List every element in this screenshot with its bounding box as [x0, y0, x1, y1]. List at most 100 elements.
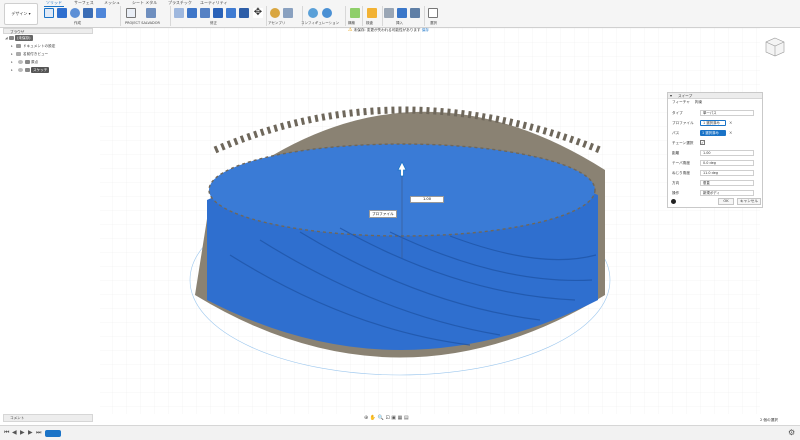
group-salvador[interactable]: PROJECT SALVADOR — [125, 21, 160, 25]
path-select-button[interactable]: 1 選択済み — [700, 130, 726, 136]
display-settings-icon[interactable]: ▣ — [391, 415, 396, 421]
go-to-end-icon[interactable]: ⏭ — [36, 429, 41, 437]
insert-image-icon[interactable] — [397, 8, 407, 18]
eye-icon[interactable] — [18, 60, 23, 64]
orientation-select[interactable]: 垂直 — [700, 180, 754, 186]
tab-constraints[interactable]: 拘束 — [695, 100, 702, 104]
scale-icon[interactable] — [239, 8, 249, 18]
timeline-feature[interactable] — [45, 430, 61, 437]
tab-utilities[interactable]: ユーティリティ — [200, 0, 228, 6]
browser-sketch-item[interactable]: ▸ スケッチ — [3, 66, 93, 74]
plane-icon[interactable] — [350, 8, 360, 18]
step-forward-icon[interactable]: ▶ — [28, 429, 33, 436]
eye-icon[interactable] — [18, 68, 23, 72]
salvador-tool-icon[interactable] — [146, 8, 156, 18]
new-sketch-icon[interactable] — [44, 8, 54, 18]
expand-arrow-icon[interactable]: ◢ — [5, 34, 8, 42]
joint-icon[interactable] — [270, 8, 280, 18]
step-back-icon[interactable]: ◀ — [12, 429, 17, 436]
clear-selection-icon[interactable]: × — [729, 129, 732, 137]
divider — [362, 6, 363, 26]
tab-mesh[interactable]: メッシュ — [104, 0, 120, 6]
insert-mesh-icon[interactable] — [410, 8, 420, 18]
row-path: パス 1 選択済み × — [672, 129, 760, 137]
fillet-icon[interactable] — [187, 8, 197, 18]
select-icon[interactable] — [428, 8, 438, 18]
distance-input[interactable]: 1.00 — [410, 196, 444, 203]
configuration-icon[interactable] — [322, 8, 332, 18]
type-select[interactable]: 単一パス — [700, 110, 754, 116]
viewports-icon[interactable]: ▤ — [404, 415, 409, 421]
group-inspect[interactable]: 検査 — [366, 21, 373, 26]
twist-field[interactable]: 11.0 deg — [700, 170, 754, 176]
tab-sheet-metal[interactable]: シート メタル — [132, 0, 157, 6]
play-icon[interactable]: ▶ — [20, 429, 25, 436]
settings-label: ドキュメントの設定 — [23, 44, 56, 48]
origin-label: 原点 — [31, 60, 39, 64]
group-select[interactable]: 選択 — [430, 21, 437, 26]
salvador-icon[interactable] — [126, 8, 136, 18]
measure-icon[interactable] — [367, 8, 377, 18]
comments-panel[interactable]: コメント — [3, 414, 93, 422]
viewcube-icon[interactable] — [764, 36, 786, 58]
ok-button[interactable]: OK — [718, 198, 734, 205]
collapse-arrow-icon[interactable]: ▸ — [11, 42, 13, 50]
sweep-icon[interactable] — [83, 8, 93, 18]
fit-icon[interactable]: ⊡ — [385, 415, 389, 421]
chain-checkbox[interactable]: ✓ — [700, 140, 705, 145]
orbit-icon[interactable]: ⊕ — [364, 415, 368, 421]
save-link[interactable]: 保存 — [422, 28, 429, 32]
group-modify[interactable]: 修正 — [210, 21, 217, 26]
collapse-arrow-icon[interactable]: ▸ — [11, 66, 13, 74]
loft-icon[interactable] — [96, 8, 106, 18]
profile-select-button[interactable]: 1 選択済み — [700, 120, 726, 126]
browser-panel: ブラウザ ◢ (未保存) ▸ ドキュメントの設定 ▸ 名前付きビュー ▸ 原点 … — [3, 28, 93, 78]
cancel-button[interactable]: キャンセル — [737, 198, 761, 205]
pan-icon[interactable]: ✋ — [370, 415, 376, 421]
twist-label: ねじり角度 — [672, 171, 690, 175]
workspace-switcher[interactable]: デザイン ▾ — [4, 3, 38, 25]
as-built-joint-icon[interactable] — [283, 8, 293, 18]
tab-plastic[interactable]: プラスチック — [168, 0, 192, 6]
group-configure[interactable]: コンフィギュレーション — [301, 21, 339, 26]
combine-icon[interactable] — [226, 8, 236, 18]
insert-component-icon[interactable] — [384, 8, 394, 18]
revolve-icon[interactable] — [70, 8, 80, 18]
gear-icon[interactable]: ⚙ — [788, 428, 795, 437]
group-insert[interactable]: 挿入 — [396, 21, 403, 26]
group-create[interactable]: 作成 — [74, 21, 81, 26]
extrude-icon[interactable] — [57, 8, 67, 18]
row-distance: 距離 1.00 — [672, 149, 760, 157]
divider — [382, 6, 383, 26]
go-to-start-icon[interactable]: ⏮ — [4, 429, 9, 437]
collapse-arrow-icon[interactable]: ▸ — [11, 58, 13, 66]
browser-origin-item[interactable]: ▸ 原点 — [3, 58, 93, 66]
clear-selection-icon[interactable]: × — [729, 119, 732, 127]
taper-field[interactable]: 0.0 deg — [700, 160, 754, 166]
operation-select[interactable]: 新規ボディ — [700, 190, 754, 196]
browser-root-item[interactable]: ◢ (未保存) — [3, 34, 93, 42]
move-icon[interactable]: ✥ — [253, 8, 263, 18]
tab-features[interactable]: フィーチャ — [672, 100, 690, 104]
info-icon[interactable] — [671, 199, 676, 204]
row-profile: プロファイル 1 選択済み × — [672, 119, 760, 127]
3d-viewport[interactable] — [0, 28, 800, 414]
group-assemble[interactable]: アセンブリ — [268, 21, 285, 26]
grid-settings-icon[interactable]: ▦ — [398, 415, 403, 421]
press-pull-icon[interactable] — [174, 8, 184, 18]
browser-settings-item[interactable]: ▸ ドキュメントの設定 — [3, 42, 93, 50]
collapse-arrow-icon[interactable]: ▸ — [11, 50, 13, 58]
chamfer-icon[interactable] — [200, 8, 210, 18]
sweep-title: スイープ — [678, 94, 693, 98]
row-chain: チェーン選択 ✓ — [672, 139, 760, 147]
navigation-bar: ⊕ ✋ 🔍 ⊡ ▣ ▦ ▤ — [364, 414, 446, 422]
row-twist: ねじり角度 11.0 deg — [672, 169, 760, 177]
zoom-icon[interactable]: 🔍 — [378, 415, 384, 421]
workspace-label: デザイン — [11, 11, 28, 16]
browser-views-item[interactable]: ▸ 名前付きビュー — [3, 50, 93, 58]
parameters-icon[interactable] — [308, 8, 318, 18]
distance-field[interactable]: 1.00 — [700, 150, 754, 156]
shell-icon[interactable] — [213, 8, 223, 18]
group-construct[interactable]: 構築 — [348, 21, 355, 26]
tab-surface[interactable]: サーフェス — [74, 0, 94, 6]
